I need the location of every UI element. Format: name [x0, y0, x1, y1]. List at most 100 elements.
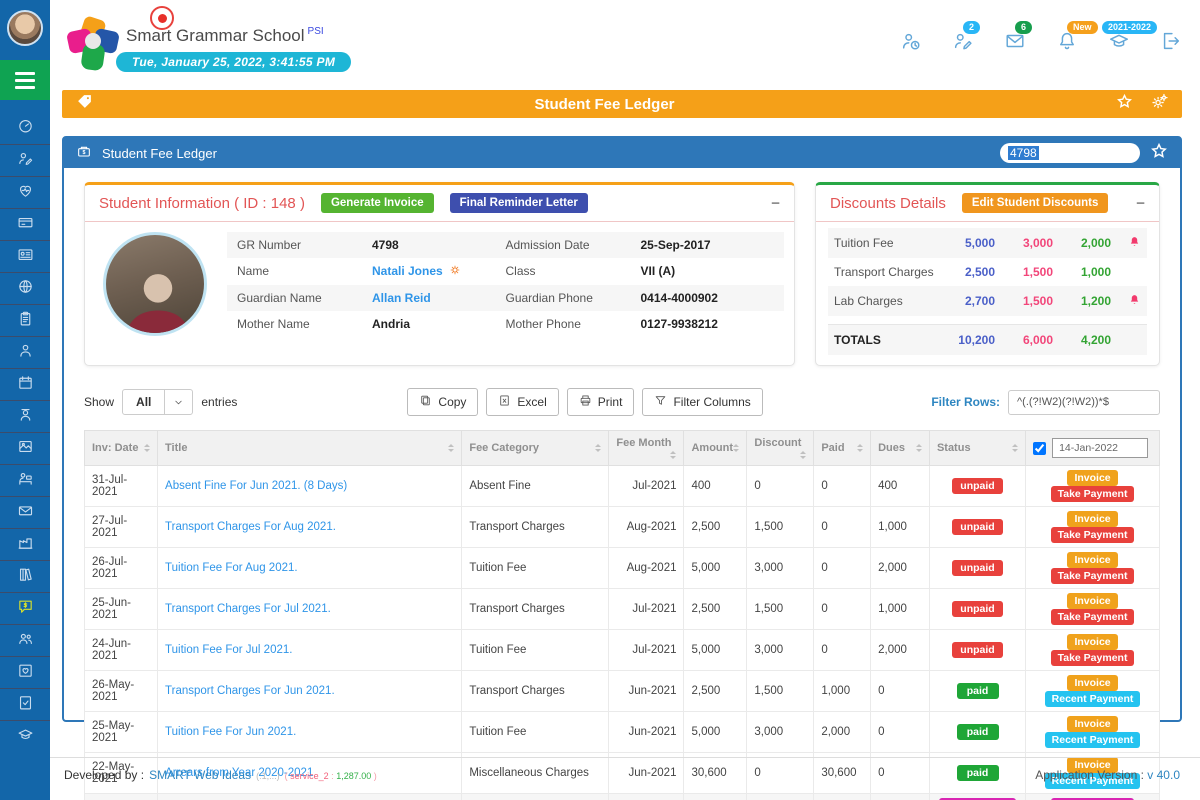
fee-title-link[interactable]: Transport Charges For Jul 2021.	[165, 603, 331, 615]
cell-fee-month: Jun-2021	[609, 712, 684, 753]
sidebar-item-library[interactable]	[0, 560, 50, 592]
edit-discounts-button[interactable]: Edit Student Discounts	[962, 193, 1109, 213]
column-header-status[interactable]: Status	[929, 431, 1025, 466]
field-value[interactable]: Natali Jones	[372, 264, 506, 279]
column-header-fee-category[interactable]: Fee Category	[462, 431, 609, 466]
column-header-paid[interactable]: Paid	[814, 431, 871, 466]
fee-title-link[interactable]: Tuition Fee For Aug 2021.	[165, 562, 298, 574]
final-reminder-button[interactable]: Final Reminder Letter	[450, 193, 588, 213]
take-payment-button[interactable]: Take Payment	[1051, 527, 1135, 543]
sidebar-item-fee-card[interactable]	[0, 208, 50, 240]
sidebar-item-attendance[interactable]	[0, 368, 50, 400]
sort-icon	[448, 444, 454, 452]
date-filter-input[interactable]	[1052, 438, 1148, 458]
gr-search-input[interactable]: 4798	[1000, 143, 1140, 163]
user-avatar[interactable]	[7, 10, 43, 46]
academic-session-icon[interactable]: 2021-2022	[1108, 30, 1130, 57]
messages-icon[interactable]: 6	[1004, 30, 1026, 57]
sidebar-item-classes[interactable]	[0, 464, 50, 496]
column-header-title[interactable]: Title	[158, 431, 462, 466]
cell-fee-category: Tuition Fee	[462, 548, 609, 589]
panel-star-icon[interactable]	[1150, 142, 1168, 165]
invoice-button[interactable]: Invoice	[1067, 511, 1117, 527]
sidebar-item-dashboard[interactable]	[0, 112, 50, 144]
sidebar-item-campus[interactable]	[0, 528, 50, 560]
sidebar-item-parents[interactable]	[0, 624, 50, 656]
settings-gears-icon[interactable]	[1151, 93, 1168, 115]
column-header-inv-date[interactable]: Inv: Date	[85, 431, 158, 466]
fee-title-link[interactable]: Tuition Fee For Jun 2021.	[165, 726, 296, 738]
print-button[interactable]: Print	[567, 388, 635, 416]
sidebar-item-tasks[interactable]	[0, 688, 50, 720]
sidebar-item-fee-ledger[interactable]	[0, 592, 50, 624]
sidebar-item-health[interactable]	[0, 176, 50, 208]
sidebar-item-web-portal[interactable]	[0, 272, 50, 304]
recent-payment-button[interactable]: Recent Payment	[1045, 732, 1141, 748]
export-buttons: Copy Excel PrintFilter Columns	[407, 388, 762, 416]
generate-invoice-button[interactable]: Generate Invoice	[321, 193, 434, 213]
fee-title-link[interactable]: Transport Charges For Jun 2021.	[165, 685, 335, 697]
cell-inv-date: 31-Jul-2021	[85, 466, 158, 507]
sidebar-item-staff[interactable]	[0, 400, 50, 432]
sidebar-item-students[interactable]	[0, 336, 50, 368]
sidebar-item-admissions[interactable]	[0, 144, 50, 176]
sidebar-item-gallery[interactable]	[0, 432, 50, 464]
status-badge[interactable]: paid	[957, 724, 999, 740]
status-badge[interactable]: unpaid	[952, 601, 1002, 617]
field-value[interactable]: Allan Reid	[372, 291, 506, 305]
favorite-star-icon[interactable]	[1116, 93, 1133, 115]
reminder-bell-icon	[1111, 293, 1141, 309]
sidebar-item-payroll[interactable]	[0, 496, 50, 528]
sidebar-item-id-cards[interactable]	[0, 240, 50, 272]
status-badge[interactable]: unpaid	[952, 478, 1002, 494]
collapse-discounts-card-icon[interactable]: −	[1136, 196, 1145, 211]
page-size-select[interactable]: All	[122, 389, 193, 415]
take-payment-button[interactable]: Take Payment	[1051, 650, 1135, 666]
invoice-button[interactable]: Invoice	[1067, 675, 1117, 691]
excel-button[interactable]: Excel	[486, 388, 558, 416]
reminder-bell-icon	[1111, 235, 1141, 251]
filter-columns-button[interactable]: Filter Columns	[642, 388, 762, 416]
fee-title-link[interactable]: Absent Fine For Jun 2021. (8 Days)	[165, 480, 347, 492]
user-edit-icon[interactable]: 2	[952, 30, 974, 57]
sidebar-item-health-card[interactable]	[0, 656, 50, 688]
invoice-button[interactable]: Invoice	[1067, 716, 1117, 732]
date-filter-checkbox[interactable]	[1033, 442, 1046, 455]
status-badge[interactable]: unpaid	[952, 642, 1002, 658]
filter-rows-input[interactable]	[1008, 390, 1160, 415]
status-badge[interactable]: unpaid	[952, 519, 1002, 535]
column-header-discount[interactable]: Discount	[747, 431, 814, 466]
status-badge[interactable]: paid	[957, 683, 999, 699]
column-header-fee-month[interactable]: Fee Month	[609, 431, 684, 466]
recent-payment-button[interactable]: Recent Payment	[1045, 691, 1141, 707]
take-payment-button[interactable]: Take Payment	[1051, 609, 1135, 625]
money-envelope-icon	[17, 502, 34, 524]
person-grad-icon	[17, 406, 34, 428]
fee-title-link[interactable]: Transport Charges For Aug 2021.	[165, 521, 336, 533]
copy-button[interactable]: Copy	[407, 388, 478, 416]
sidebar-item-reports[interactable]	[0, 304, 50, 336]
cell-paid: 0	[814, 466, 871, 507]
user-clock-icon[interactable]	[900, 30, 922, 57]
invoice-button[interactable]: Invoice	[1067, 634, 1117, 650]
sidebar-item-academics[interactable]	[0, 720, 50, 752]
column-header-dues[interactable]: Dues	[871, 431, 930, 466]
logout-icon[interactable]	[1160, 30, 1182, 57]
status-badge[interactable]: unpaid	[952, 560, 1002, 576]
invoice-button[interactable]: Invoice	[1067, 552, 1117, 568]
column-header-amount[interactable]: Amount	[684, 431, 747, 466]
invoice-button[interactable]: Invoice	[1067, 593, 1117, 609]
student-info-card: Student Information ( ID : 148 ) Generat…	[84, 182, 795, 366]
developer-link[interactable]: SMART Web Ideas	[149, 768, 251, 782]
person-edit-icon	[17, 150, 34, 172]
collapse-student-card-icon[interactable]: −	[771, 196, 780, 211]
fee-title-link[interactable]: Tuition Fee For Jul 2021.	[165, 644, 292, 656]
take-payment-button[interactable]: Take Payment	[1051, 486, 1135, 502]
sort-icon	[857, 444, 863, 452]
menu-toggle-button[interactable]	[0, 60, 50, 100]
ledger-row: 25-May-2021Tuition Fee For Jun 2021.Tuit…	[85, 712, 1160, 753]
take-payment-button[interactable]: Take Payment	[1051, 568, 1135, 584]
notifications-bell-icon[interactable]: New	[1056, 30, 1078, 57]
invoice-button[interactable]: Invoice	[1067, 470, 1117, 486]
tag-icon[interactable]	[76, 93, 93, 115]
